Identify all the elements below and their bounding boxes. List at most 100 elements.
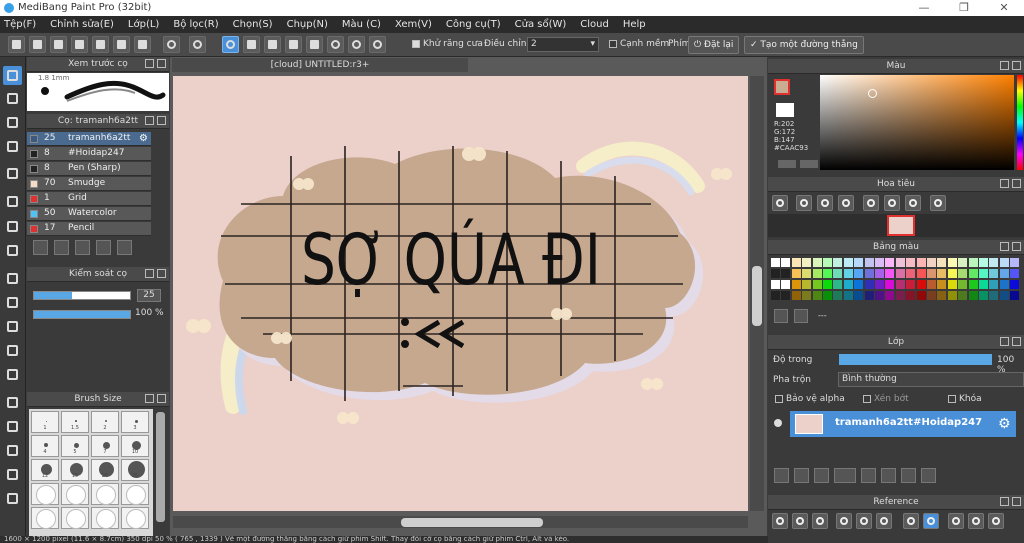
minimize-icon[interactable]: — bbox=[904, 0, 944, 16]
menu-help[interactable]: Help bbox=[623, 19, 646, 30]
transparent-swatch[interactable] bbox=[776, 103, 794, 117]
divide-tool-icon[interactable] bbox=[3, 441, 22, 460]
brush-size-cell[interactable] bbox=[31, 483, 59, 505]
palette-swatch[interactable] bbox=[947, 280, 957, 289]
brush-size-cell[interactable]: 2 bbox=[91, 411, 119, 433]
no-snap-icon[interactable] bbox=[222, 36, 239, 53]
close-panel-icon[interactable] bbox=[1012, 61, 1021, 70]
duplicate-layer-icon[interactable] bbox=[881, 468, 896, 483]
move-tool-icon[interactable] bbox=[3, 164, 22, 183]
brush-size-cell[interactable]: 3 bbox=[121, 411, 149, 433]
palette-swatch[interactable] bbox=[854, 291, 864, 300]
palette-swatch[interactable] bbox=[1010, 291, 1020, 300]
palette-swatch[interactable] bbox=[916, 280, 926, 289]
magic-wand-icon[interactable] bbox=[3, 317, 22, 336]
comment-icon[interactable] bbox=[50, 36, 67, 53]
folder-icon[interactable] bbox=[96, 240, 111, 255]
fit-screen-icon[interactable] bbox=[817, 195, 833, 211]
palette-swatch[interactable] bbox=[1010, 258, 1020, 267]
undo-icon[interactable] bbox=[163, 36, 180, 53]
popout-icon[interactable] bbox=[145, 59, 154, 68]
popout-icon[interactable] bbox=[1000, 242, 1009, 251]
protect-alpha-checkbox[interactable]: Bảo vệ alpha bbox=[775, 394, 845, 404]
blend-mode-select[interactable]: Bình thường bbox=[838, 372, 1024, 387]
rotate-left-icon[interactable] bbox=[863, 195, 879, 211]
canvas-vertical-scrollbar[interactable] bbox=[750, 76, 764, 511]
flip-icon[interactable] bbox=[884, 195, 900, 211]
close-panel-icon[interactable] bbox=[157, 394, 166, 403]
brush-item[interactable]: 8 Pen (Sharp) bbox=[27, 162, 151, 176]
palette-swatch[interactable] bbox=[875, 291, 884, 300]
palette-swatch[interactable] bbox=[999, 291, 1009, 300]
brush-size-cell[interactable]: 5 bbox=[61, 435, 89, 457]
parallel-snap-icon[interactable] bbox=[243, 36, 260, 53]
palette-swatch[interactable] bbox=[916, 269, 926, 278]
document-tab[interactable]: [cloud] UNTITLED:r3+ bbox=[172, 58, 468, 72]
layer-opacity-slider[interactable] bbox=[839, 354, 992, 365]
color-picker-field[interactable] bbox=[820, 75, 1014, 170]
menu-select[interactable]: Chọn(S) bbox=[233, 19, 273, 30]
palette-swatch[interactable] bbox=[999, 269, 1009, 278]
palette-swatch[interactable] bbox=[843, 269, 853, 278]
brush-size-cell[interactable] bbox=[31, 507, 59, 529]
palette-swatch[interactable] bbox=[812, 280, 822, 289]
add-color-icon[interactable] bbox=[778, 160, 796, 168]
brush-item[interactable]: 70 Smudge bbox=[27, 177, 151, 191]
palette-swatch[interactable] bbox=[875, 258, 884, 267]
palette-swatch[interactable] bbox=[885, 258, 895, 267]
palette-swatch[interactable] bbox=[1010, 269, 1020, 278]
palette-swatch[interactable] bbox=[979, 258, 988, 267]
brush-size-scrollbar[interactable] bbox=[156, 412, 165, 522]
select-tool-icon[interactable] bbox=[3, 269, 22, 288]
palette-swatch[interactable] bbox=[854, 280, 864, 289]
reset-button[interactable]: ⏻ Đặt lại bbox=[688, 36, 740, 54]
rotate-right-icon[interactable] bbox=[905, 195, 921, 211]
palette-swatch[interactable] bbox=[833, 258, 843, 267]
close-panel-icon[interactable] bbox=[1012, 242, 1021, 251]
view-icon[interactable] bbox=[71, 36, 88, 53]
palette-swatch[interactable] bbox=[875, 269, 884, 278]
palette-swatch[interactable] bbox=[895, 291, 905, 300]
palette-swatch[interactable] bbox=[791, 258, 801, 267]
reference-close-icon[interactable] bbox=[812, 513, 828, 529]
palette-swatch[interactable] bbox=[812, 258, 822, 267]
palette-swatch[interactable] bbox=[979, 291, 988, 300]
palette-swatch[interactable] bbox=[906, 291, 916, 300]
zoom-in-step-icon[interactable] bbox=[796, 195, 812, 211]
palette-swatch[interactable] bbox=[916, 291, 926, 300]
line-tool-icon[interactable] bbox=[3, 137, 22, 156]
reference-open-icon[interactable] bbox=[792, 513, 808, 529]
radial-snap-icon[interactable] bbox=[306, 36, 323, 53]
palette-swatch[interactable] bbox=[989, 291, 999, 300]
palette-swatch[interactable] bbox=[781, 280, 791, 289]
palette-swatch[interactable] bbox=[823, 269, 832, 278]
curve-snap-icon[interactable] bbox=[348, 36, 365, 53]
brush-size-cell[interactable] bbox=[91, 507, 119, 529]
close-panel-icon[interactable] bbox=[1012, 337, 1021, 346]
layer-folder-icon[interactable] bbox=[861, 468, 876, 483]
palette-swatch[interactable] bbox=[854, 258, 864, 267]
brush-item[interactable]: 25 tramanh6a2tt ⚙ bbox=[27, 132, 151, 146]
hand-tool-icon[interactable] bbox=[3, 489, 22, 508]
palette-swatch[interactable] bbox=[864, 280, 874, 289]
eraser-tool-icon[interactable] bbox=[3, 89, 22, 108]
reference-fit-icon[interactable] bbox=[856, 513, 872, 529]
palette-swatch[interactable] bbox=[781, 269, 791, 278]
palette-swatch[interactable] bbox=[843, 291, 853, 300]
palette-swatch[interactable] bbox=[854, 269, 864, 278]
palette-swatch[interactable] bbox=[947, 258, 957, 267]
brush-size-slider[interactable] bbox=[33, 291, 131, 300]
palette-swatch[interactable] bbox=[802, 291, 812, 300]
palette-swatch[interactable] bbox=[864, 269, 874, 278]
brush-size-cell[interactable] bbox=[61, 483, 89, 505]
close-panel-icon[interactable] bbox=[1012, 179, 1021, 188]
popout-icon[interactable] bbox=[145, 116, 154, 125]
palette-swatch[interactable] bbox=[771, 291, 780, 300]
palette-swatch[interactable] bbox=[906, 269, 916, 278]
brush-size-cell[interactable]: 25 bbox=[121, 459, 149, 481]
menu-layer[interactable]: Lớp(L) bbox=[128, 19, 159, 30]
palette-swatch[interactable] bbox=[812, 291, 822, 300]
brush-opacity-slider[interactable] bbox=[33, 310, 131, 319]
palette-swatch[interactable] bbox=[937, 280, 947, 289]
brush-size-cell[interactable] bbox=[121, 507, 149, 529]
